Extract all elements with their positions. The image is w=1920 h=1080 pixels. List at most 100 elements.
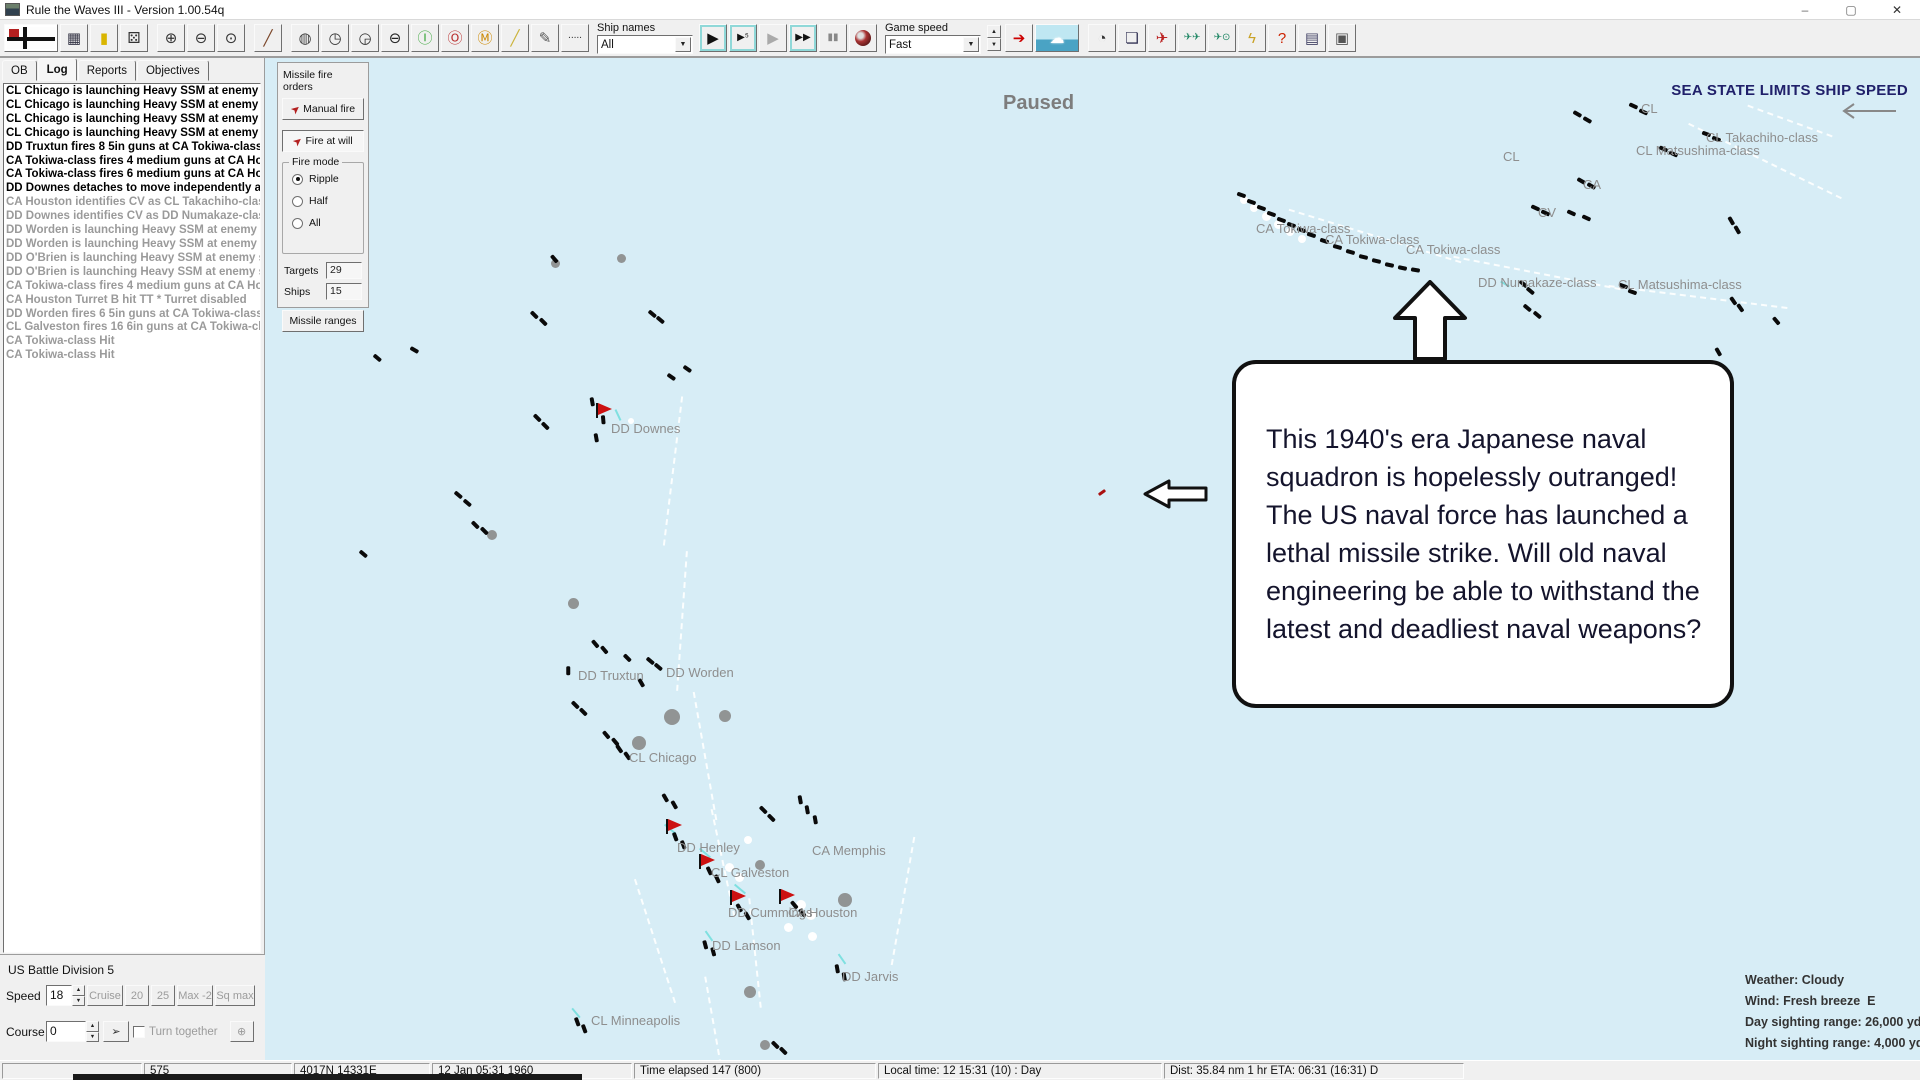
ship-marker[interactable] xyxy=(574,1017,580,1027)
speed-preset-sq-max[interactable]: Sq max xyxy=(215,985,255,1006)
ship-marker[interactable] xyxy=(703,940,709,950)
dots-button[interactable]: ∙∙∙∙∙ xyxy=(561,24,589,52)
ship-marker[interactable] xyxy=(590,397,595,406)
ship-marker[interactable] xyxy=(1385,262,1395,267)
speed-sphere-button[interactable] xyxy=(849,24,877,52)
ship-marker[interactable] xyxy=(1772,316,1780,325)
log-entry[interactable]: DD Downes detaches to move independently… xyxy=(6,182,260,196)
log-entry[interactable]: CA Tokiwa-class Hit xyxy=(6,335,260,349)
log-entry[interactable]: CA Tokiwa-class Hit xyxy=(6,349,260,363)
report-button[interactable]: ▤ xyxy=(1298,24,1326,52)
ship-marker[interactable] xyxy=(1257,205,1267,211)
interval-green-button[interactable]: Ⓘ xyxy=(411,24,439,52)
log-entry[interactable]: CL Chicago is launching Heavy SSM at ene… xyxy=(6,85,260,99)
ship-marker[interactable] xyxy=(1359,254,1369,260)
ship-marker[interactable] xyxy=(1573,110,1583,118)
draw-line-button[interactable]: ╱ xyxy=(501,24,529,52)
log-entry[interactable]: CA Tokiwa-class fires 4 medium guns at C… xyxy=(6,280,260,294)
fire-at-will-button[interactable]: ➤ Fire at will xyxy=(282,130,364,152)
tab-log[interactable]: Log xyxy=(38,58,77,81)
ship-marker[interactable] xyxy=(798,795,803,804)
turn-together-checkbox[interactable] xyxy=(133,1026,145,1038)
log-entry[interactable]: CA Tokiwa-class fires 6 medium guns at C… xyxy=(6,168,260,182)
clock-interval-2-button[interactable]: ◶ xyxy=(351,24,379,52)
ship-marker[interactable] xyxy=(1523,304,1532,312)
ship-marker[interactable] xyxy=(600,645,608,654)
log-entry[interactable]: CA Tokiwa-class fires 4 medium guns at C… xyxy=(6,155,260,169)
set-course-cursor-button[interactable]: ➢ xyxy=(103,1021,129,1042)
minimize-button[interactable]: – xyxy=(1782,0,1828,20)
ship-marker[interactable] xyxy=(463,499,472,507)
log-entry[interactable]: CA Houston Turret B hit TT * Turret disa… xyxy=(6,294,260,308)
ship-marker[interactable] xyxy=(662,793,670,803)
ship-marker[interactable] xyxy=(533,413,542,422)
ship-marker[interactable] xyxy=(541,421,550,430)
clock-interval-button[interactable]: ◷ xyxy=(321,24,349,52)
lock-button[interactable]: ◍ xyxy=(291,24,319,52)
formation-compass-button[interactable]: ⊕ xyxy=(230,1021,254,1042)
zoom-out-button[interactable]: ⊖ xyxy=(187,24,215,52)
pencil-button[interactable]: ✎ xyxy=(531,24,559,52)
play-5-button[interactable]: ▶⁵ xyxy=(729,24,757,52)
game-speed-spinner[interactable]: ▲▼ xyxy=(987,25,1001,51)
fire-mode-all[interactable]: All xyxy=(292,217,363,229)
ship-marker[interactable] xyxy=(602,730,610,739)
game-speed-select[interactable]: Fast ▼ xyxy=(885,35,981,54)
gun-button[interactable]: ╱ xyxy=(254,24,282,52)
ship-marker[interactable] xyxy=(567,666,571,675)
signal-book-button[interactable]: ❏ xyxy=(1118,24,1146,52)
tactical-map[interactable]: DD DownesDD TruxtunDD WordenCL ChicagoDD… xyxy=(265,58,1920,1060)
log-entry[interactable]: CL Galveston fires 16 6in guns at CA Tok… xyxy=(6,321,260,335)
zoom-in-button[interactable]: ⊕ xyxy=(157,24,185,52)
ship-marker[interactable] xyxy=(1237,192,1247,198)
ship-marker[interactable] xyxy=(779,1046,788,1055)
ship-marker[interactable] xyxy=(654,663,663,671)
air-formation-button[interactable]: ✈✈ xyxy=(1178,24,1206,52)
stopwatch-button[interactable]: ◔ xyxy=(1088,24,1116,52)
log-entry[interactable]: DD O'Brien is launching Heavy SSM at ene… xyxy=(6,266,260,280)
ship-marker[interactable] xyxy=(571,700,580,709)
ship-marker[interactable] xyxy=(471,520,480,529)
ship-marker[interactable] xyxy=(1411,267,1420,272)
ship-marker[interactable] xyxy=(1247,199,1257,205)
ship-marker[interactable] xyxy=(1583,116,1593,124)
speed-preset-20[interactable]: 20 xyxy=(125,985,149,1006)
ship-marker[interactable] xyxy=(671,800,679,810)
ship-marker[interactable] xyxy=(601,415,605,424)
air-strike-button[interactable]: ✈ xyxy=(1148,24,1176,52)
dice-button[interactable]: ⚄ xyxy=(120,24,148,52)
log-entry[interactable]: DD Downes identifies CV as DD Numakaze-c… xyxy=(6,210,260,224)
ship-marker[interactable] xyxy=(667,373,676,381)
ship-marker[interactable] xyxy=(1582,214,1592,221)
save-button[interactable]: ▦ xyxy=(60,24,88,52)
ship-marker[interactable] xyxy=(530,310,539,319)
log-entry[interactable]: CL Chicago is launching Heavy SSM at ene… xyxy=(6,113,260,127)
speed-preset-cruise[interactable]: Cruise xyxy=(87,985,123,1006)
speed-preset-25[interactable]: 25 xyxy=(151,985,175,1006)
ship-marker[interactable] xyxy=(1715,347,1723,357)
ship-marker[interactable] xyxy=(410,346,420,354)
speed-spinner[interactable]: 18 ▲▼ xyxy=(46,985,85,1006)
course-spinner[interactable]: 0 ▲▼ xyxy=(46,1021,99,1042)
ship-marker[interactable] xyxy=(373,354,382,362)
ship-marker[interactable] xyxy=(1734,225,1742,235)
pause-button[interactable]: ▮▮ xyxy=(819,24,847,52)
play-slow-button[interactable]: ▶ xyxy=(759,24,787,52)
log-entry[interactable]: CA Houston identifies CV as CL Takachiho… xyxy=(6,196,260,210)
ship-marker[interactable] xyxy=(1398,265,1408,270)
ship-marker[interactable] xyxy=(1372,258,1382,264)
tab-reports[interactable]: Reports xyxy=(78,60,136,81)
ship-marker[interactable] xyxy=(1567,209,1577,216)
ship-marker[interactable] xyxy=(579,707,588,716)
ship-marker[interactable] xyxy=(480,526,489,535)
battle-log-list[interactable]: CL Chicago is launching Heavy SSM at ene… xyxy=(3,83,261,953)
ship-marker[interactable] xyxy=(591,639,599,648)
ship-marker[interactable] xyxy=(656,316,665,324)
log-entry[interactable]: DD O'Brien is launching Heavy SSM at ene… xyxy=(6,252,260,266)
close-button[interactable]: ✕ xyxy=(1874,0,1920,20)
ship-marker[interactable] xyxy=(1736,303,1744,312)
ship-marker[interactable] xyxy=(539,317,548,326)
fire-mode-ripple[interactable]: Ripple xyxy=(292,173,363,185)
log-entry[interactable]: CL Chicago is launching Heavy SSM at ene… xyxy=(6,99,260,113)
tab-ob[interactable]: OB xyxy=(2,60,37,81)
